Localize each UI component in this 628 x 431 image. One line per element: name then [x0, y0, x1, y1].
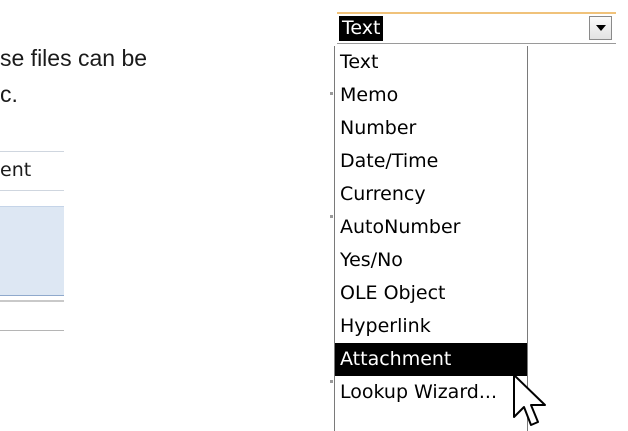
screenshot-page: se files can be c. ent Text Text Memo Nu…: [0, 0, 628, 431]
dropdown-item-text[interactable]: Text: [335, 46, 527, 79]
list-edge-mark: [330, 380, 333, 383]
table-divider: [0, 300, 64, 302]
dropdown-button[interactable]: [589, 16, 612, 40]
dropdown-item-memo[interactable]: Memo: [335, 79, 527, 112]
list-edge-mark: [330, 92, 333, 95]
dropdown-item-date-time[interactable]: Date/Time: [335, 145, 527, 178]
table-row[interactable]: [0, 239, 64, 296]
dropdown-item-lookup-wizard[interactable]: Lookup Wizard...: [335, 376, 527, 409]
table-row[interactable]: [0, 206, 64, 240]
table-header: ent: [0, 151, 64, 191]
dropdown-item-ole-object[interactable]: OLE Object: [335, 277, 527, 310]
dropdown-item-currency[interactable]: Currency: [335, 178, 527, 211]
document-text: se files can be c.: [0, 40, 147, 112]
dropdown-item-hyperlink[interactable]: Hyperlink: [335, 310, 527, 343]
field-type-combo[interactable]: Text: [337, 12, 616, 44]
combo-focus-accent: [337, 12, 616, 14]
list-edge-mark: [330, 215, 333, 218]
dropdown-item-yes-no[interactable]: Yes/No: [335, 244, 527, 277]
mouse-pointer-icon: [512, 373, 552, 431]
dropdown-item-attachment[interactable]: Attachment: [335, 343, 527, 376]
table-header-label: ent: [0, 159, 32, 181]
table-divider: [0, 330, 64, 331]
field-type-dropdown-list[interactable]: Text Memo Number Date/Time Currency Auto…: [334, 46, 528, 431]
combo-selected-value[interactable]: Text: [339, 16, 384, 41]
dropdown-arrow-icon: [595, 25, 606, 31]
dropdown-item-number[interactable]: Number: [335, 112, 527, 145]
document-line: c.: [0, 81, 18, 107]
document-line: se files can be: [0, 45, 148, 71]
dropdown-item-autonumber[interactable]: AutoNumber: [335, 211, 527, 244]
